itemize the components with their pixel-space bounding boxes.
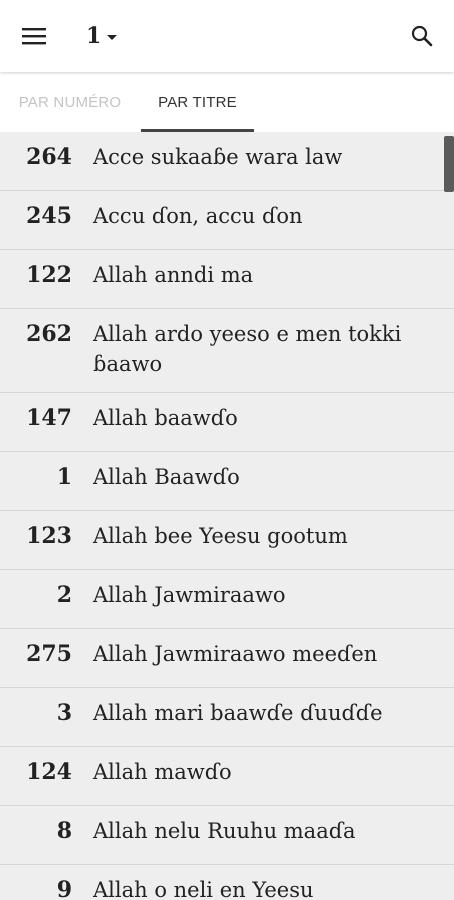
list-item[interactable]: 123 Allah bee Yeesu gootum bbox=[0, 511, 454, 570]
tab-bar: PAR NUMÉRO PAR TITRE bbox=[0, 72, 454, 132]
song-title: Allah bee Yeesu gootum bbox=[93, 524, 348, 548]
song-title: Accu ɗon, accu ɗon bbox=[93, 204, 303, 228]
list-item[interactable]: 275 Allah Jawmiraawo meeɗen bbox=[0, 629, 454, 688]
search-icon bbox=[411, 25, 433, 47]
song-number: 3 bbox=[56, 700, 72, 726]
song-title: Allah baawɗo bbox=[93, 406, 238, 430]
list-item[interactable]: 3 Allah mari baawɗe ɗuuɗɗe bbox=[0, 688, 454, 747]
app-screen: 1 PAR NUMÉRO PAR TITRE 264 Acce sukaaɓe … bbox=[0, 0, 454, 900]
list-item[interactable]: 264 Acce sukaaɓe wara law bbox=[0, 132, 454, 191]
list-item[interactable]: 8 Allah nelu Ruuhu maaɗa bbox=[0, 806, 454, 865]
list-scrollbar[interactable] bbox=[444, 132, 454, 900]
hymnal-dropdown-value: 1 bbox=[86, 23, 102, 49]
list-item[interactable]: 262 Allah ardo yeeso e men tokki ɓaawo bbox=[0, 309, 454, 393]
list-item[interactable]: 124 Allah mawɗo bbox=[0, 747, 454, 806]
song-number: 264 bbox=[26, 144, 72, 170]
list-item[interactable]: 147 Allah baawɗo bbox=[0, 393, 454, 452]
song-title: Acce sukaaɓe wara law bbox=[93, 145, 343, 169]
song-number: 262 bbox=[26, 321, 72, 347]
song-number: 1 bbox=[56, 464, 72, 490]
song-title: Allah nelu Ruuhu maaɗa bbox=[93, 819, 356, 843]
list-item[interactable]: 1 Allah Baawɗo bbox=[0, 452, 454, 511]
list-item[interactable]: 122 Allah anndi ma bbox=[0, 250, 454, 309]
active-tab-indicator bbox=[141, 129, 254, 132]
hymnal-dropdown[interactable]: 1 bbox=[86, 16, 118, 56]
tab-by-number[interactable]: PAR NUMÉRO bbox=[0, 72, 140, 132]
song-number: 2 bbox=[56, 582, 72, 608]
song-title: Allah o neli en Yeesu bbox=[93, 878, 314, 900]
song-list[interactable]: 264 Acce sukaaɓe wara law 245 Accu ɗon, … bbox=[0, 132, 454, 900]
list-item[interactable]: 245 Accu ɗon, accu ɗon bbox=[0, 191, 454, 250]
list-item[interactable]: 9 Allah o neli en Yeesu bbox=[0, 865, 454, 900]
song-title: Allah mawɗo bbox=[93, 760, 232, 784]
song-number: 8 bbox=[56, 818, 72, 844]
tab-by-title[interactable]: PAR TITRE bbox=[141, 72, 254, 132]
chevron-down-icon bbox=[107, 34, 118, 40]
list-item[interactable]: 2 Allah Jawmiraawo bbox=[0, 570, 454, 629]
song-number: 124 bbox=[26, 759, 72, 785]
song-number: 122 bbox=[26, 262, 72, 288]
song-title: Allah Jawmiraawo meeɗen bbox=[93, 642, 378, 666]
song-title: Allah ardo yeeso e men tokki ɓaawo bbox=[93, 322, 402, 376]
scrollbar-thumb[interactable] bbox=[444, 136, 454, 192]
song-title: Allah Jawmiraawo bbox=[93, 583, 286, 607]
song-number: 123 bbox=[26, 523, 72, 549]
search-button[interactable] bbox=[402, 16, 442, 56]
song-title: Allah mari baawɗe ɗuuɗɗe bbox=[93, 701, 383, 725]
menu-button[interactable] bbox=[14, 16, 54, 56]
song-number: 245 bbox=[26, 203, 72, 229]
song-title: Allah anndi ma bbox=[93, 263, 254, 287]
menu-icon bbox=[22, 28, 46, 45]
top-app-bar: 1 bbox=[0, 0, 454, 72]
song-number: 275 bbox=[26, 641, 72, 667]
song-number: 9 bbox=[56, 877, 72, 900]
song-number: 147 bbox=[26, 405, 72, 431]
song-title: Allah Baawɗo bbox=[93, 465, 240, 489]
